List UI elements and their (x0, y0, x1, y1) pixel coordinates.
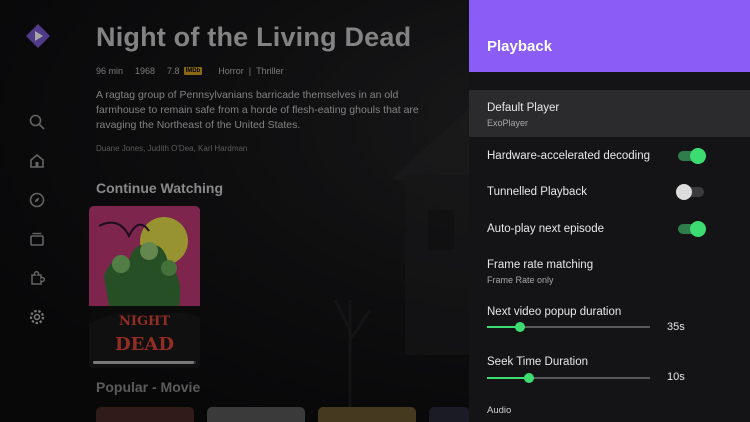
slider-fill (487, 377, 530, 379)
autoplay-label: Auto-play next episode (487, 223, 604, 235)
tunnelled-playback-setting[interactable]: Tunnelled Playback (469, 178, 750, 206)
audio-section[interactable]: Audio (469, 400, 750, 422)
tunnelled-playback-label: Tunnelled Playback (487, 186, 587, 198)
hw-decoding-toggle[interactable] (678, 148, 706, 164)
playback-settings-panel: Playback Default Player ExoPlayer Hardwa… (469, 0, 750, 422)
frame-rate-setting[interactable]: Frame rate matching Frame Rate only (469, 252, 750, 290)
frame-rate-label: Frame rate matching (487, 259, 594, 271)
panel-title: Playback (487, 38, 553, 55)
hw-decoding-label: Hardware-accelerated decoding (487, 150, 651, 162)
seek-time-slider[interactable] (487, 373, 650, 383)
default-player-value: ExoPlayer (487, 118, 529, 128)
default-player-label: Default Player (487, 102, 560, 114)
audio-label: Audio (487, 405, 512, 416)
autoplay-toggle[interactable] (678, 221, 706, 237)
slider-thumb[interactable] (524, 373, 535, 383)
hw-decoding-setting[interactable]: Hardware-accelerated decoding (469, 142, 750, 170)
toggle-knob (690, 148, 706, 164)
frame-rate-value: Frame Rate only (487, 275, 554, 285)
next-popup-slider[interactable] (487, 322, 650, 332)
seek-time-value: 10s (667, 371, 685, 383)
background-dim-overlay (0, 0, 469, 422)
toggle-knob (676, 184, 692, 200)
next-popup-setting[interactable]: Next video popup duration 35s (469, 300, 750, 344)
panel-header: Playback (469, 0, 750, 72)
toggle-knob (690, 221, 706, 237)
autoplay-setting[interactable]: Auto-play next episode (469, 215, 750, 243)
next-popup-label: Next video popup duration (487, 306, 622, 318)
default-player-setting[interactable]: Default Player ExoPlayer (469, 90, 750, 137)
seek-time-label: Seek Time Duration (487, 356, 588, 368)
next-popup-value: 35s (667, 321, 685, 333)
slider-thumb[interactable] (514, 322, 525, 332)
seek-time-setting[interactable]: Seek Time Duration 10s (469, 350, 750, 394)
tunnelled-playback-toggle[interactable] (676, 184, 704, 200)
